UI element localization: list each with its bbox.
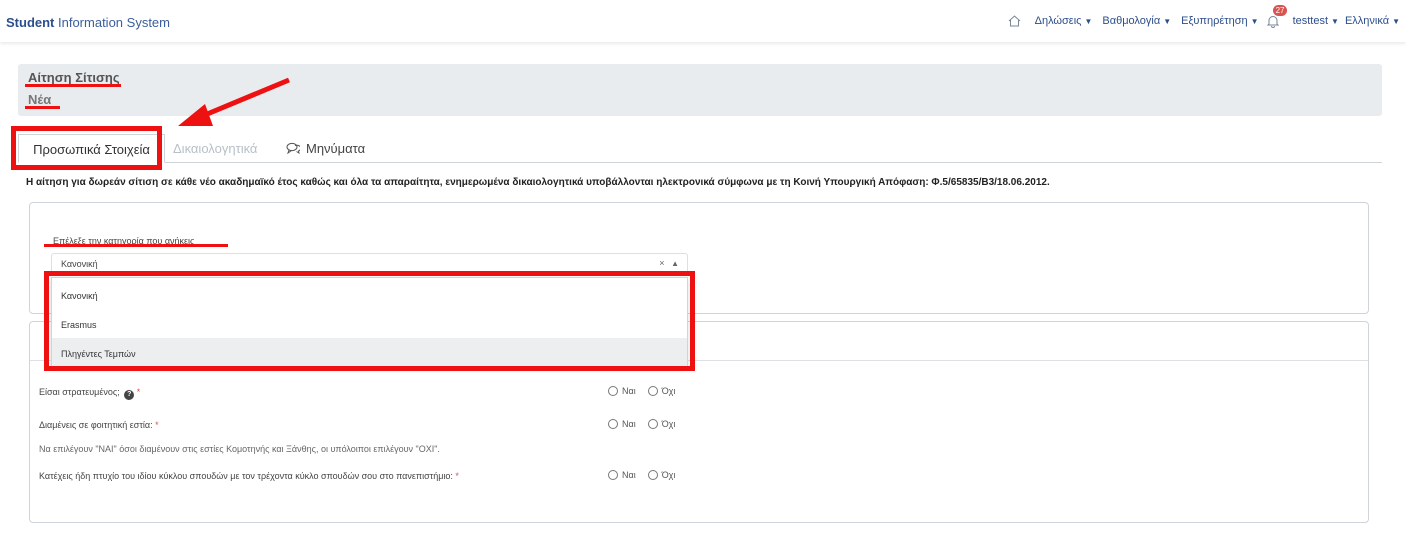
nav-declarations-label: Δηλώσεις — [1034, 15, 1082, 27]
nav-declarations[interactable]: Δηλώσεις ▼ — [1035, 15, 1093, 27]
radio-yes[interactable] — [608, 386, 618, 396]
nav-grades[interactable]: Βαθμολογία ▼ — [1102, 15, 1171, 27]
question-dorm-text: Διαμένεις σε φοιτητική εστία: — [39, 420, 153, 430]
radio-no-label: Όχι — [661, 419, 676, 429]
page-header: Αίτηση Σίτισης Νέα — [18, 64, 1382, 116]
page-title: Αίτηση Σίτισης — [28, 70, 120, 85]
user-menu[interactable]: testtest ▼ — [1293, 15, 1339, 27]
radio-yes-label: Ναι — [622, 386, 636, 396]
bell-icon — [1266, 16, 1279, 28]
radio-yes[interactable] — [608, 470, 618, 480]
radio-group-degree: Ναι Όχι — [608, 470, 675, 480]
top-navbar: Student Information System Δηλώσεις ▼ Βαθ… — [0, 0, 1406, 42]
chevron-down-icon: ▼ — [1250, 16, 1259, 26]
required-mark: * — [136, 387, 141, 397]
notification-count-badge: 27 — [1272, 5, 1288, 16]
caret-up-icon[interactable]: ▲ — [671, 259, 679, 268]
brand-logo[interactable]: Student Information System — [6, 15, 170, 30]
radio-no[interactable] — [647, 386, 658, 396]
radio-group-military: Ναι Όχι — [608, 386, 675, 396]
required-mark: * — [155, 420, 159, 430]
radio-no-label: Όχι — [661, 386, 676, 396]
radio-yes-label: Ναι — [622, 470, 636, 480]
category-dropdown: Κανονική Erasmus Πληγέντες Τεμπών — [51, 277, 688, 367]
language-label: Ελληνικά — [1344, 15, 1390, 27]
chevron-down-icon: ▼ — [1392, 16, 1400, 26]
question-military: Είσαι στρατευμένος; ? * — [39, 387, 140, 400]
legal-notice: Η αίτηση για δωρεάν σίτιση σε κάθε νέο α… — [26, 177, 1050, 188]
option-regular[interactable]: Κανονική — [52, 280, 687, 309]
nav-grades-label: Βαθμολογία — [1102, 15, 1161, 27]
main-nav: Δηλώσεις ▼ Βαθμολογία ▼ Εξυπηρέτηση ▼ 27 te… — [998, 5, 1400, 28]
nav-services[interactable]: Εξυπηρέτηση ▼ — [1181, 15, 1258, 27]
page-subtitle: Νέα — [28, 92, 52, 107]
question-degree: Κατέχεις ήδη πτυχίο του ιδίου κύκλου σπο… — [39, 471, 459, 481]
radio-yes-label: Ναι — [622, 419, 636, 429]
user-name: testtest — [1292, 15, 1329, 27]
home-icon — [1008, 15, 1020, 27]
question-degree-text: Κατέχεις ήδη πτυχίο του ιδίου κύκλου σπο… — [39, 471, 453, 481]
option-tempi-victims[interactable]: Πληγέντες Τεμπών — [52, 338, 687, 367]
option-erasmus[interactable]: Erasmus — [52, 309, 687, 338]
brand-bold: Student — [6, 15, 55, 30]
radio-group-dorm: Ναι Όχι — [608, 419, 675, 429]
tab-messages[interactable]: Μηνύματα — [286, 134, 365, 163]
tab-bar: Προσωπικά Στοιχεία Δικαιολογητικά Μηνύμα… — [18, 134, 1382, 163]
required-mark: * — [455, 471, 459, 481]
chevron-down-icon: ▼ — [1084, 16, 1093, 26]
radio-no-label: Όχι — [661, 470, 676, 480]
nav-services-label: Εξυπηρέτηση — [1181, 15, 1248, 27]
chevron-down-icon: ▼ — [1331, 16, 1339, 26]
category-selected-value: Κανονική — [61, 259, 98, 269]
chevron-down-icon: ▼ — [1163, 16, 1172, 26]
tab-documents: Δικαιολογητικά — [173, 141, 258, 156]
notifications-button[interactable]: 27 — [1266, 5, 1288, 28]
radio-yes[interactable] — [608, 419, 618, 429]
radio-no[interactable] — [647, 470, 658, 480]
clear-icon[interactable]: × — [659, 258, 664, 268]
dorm-hint: Να επιλέγουν "ΝΑΙ" όσοι διαμένουν στις ε… — [39, 444, 440, 454]
category-select[interactable]: Κανονική × ▲ — [51, 253, 688, 275]
tab-personal-info[interactable]: Προσωπικά Στοιχεία — [18, 134, 165, 163]
chat-icon — [286, 142, 300, 154]
help-icon[interactable]: ? — [124, 390, 135, 400]
tab-messages-label: Μηνύματα — [306, 141, 366, 156]
brand-rest: Information System — [54, 15, 170, 30]
category-label: Επέλεξε την κατηγορία που ανήκεις — [53, 236, 195, 246]
question-military-text: Είσαι στρατευμένος; — [39, 387, 120, 397]
select-controls: × ▲ — [659, 258, 679, 268]
question-dorm: Διαμένεις σε φοιτητική εστία: * — [39, 420, 159, 430]
home-link[interactable] — [1008, 15, 1021, 27]
radio-no[interactable] — [647, 419, 658, 429]
language-menu[interactable]: Ελληνικά ▼ — [1345, 15, 1400, 27]
